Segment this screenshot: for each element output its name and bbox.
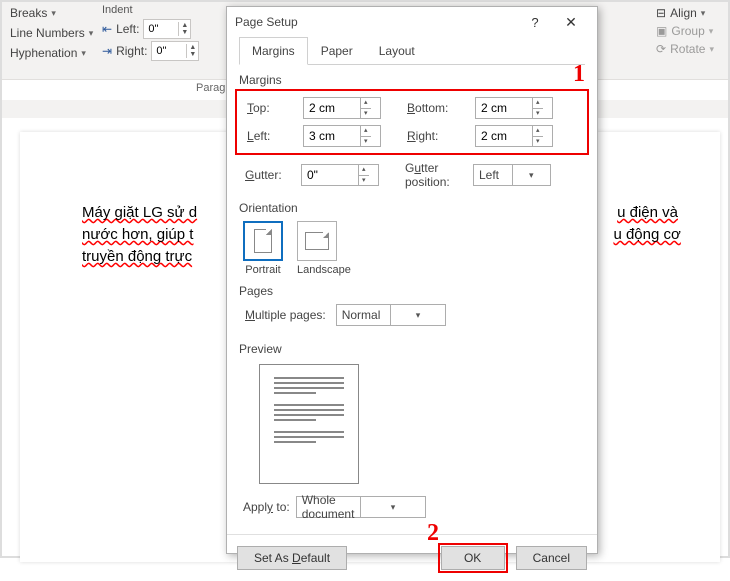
margins-highlight: Top: ▴▾ Bottom: ▴▾ Left: ▴▾ Right: ▴▾: [235, 89, 589, 155]
line-numbers-menu[interactable]: Line Numbers▾: [6, 24, 97, 42]
preview-label: Preview: [239, 342, 585, 356]
paragraph-group-label: Paragr: [196, 82, 229, 94]
landscape-icon: [297, 221, 337, 261]
left-input[interactable]: ▴▾: [303, 125, 381, 147]
right-input[interactable]: ▴▾: [475, 125, 553, 147]
gutter-label: Gutter:: [245, 168, 301, 182]
tab-layout[interactable]: Layout: [366, 37, 428, 65]
bottom-label: Bottom:: [385, 101, 475, 115]
dialog-tabs: Margins Paper Layout: [239, 37, 585, 65]
preview-thumbnail: [259, 364, 359, 484]
dialog-title: Page Setup: [235, 15, 298, 29]
chevron-down-icon: ▾: [81, 48, 86, 59]
group-icon: ▣: [656, 24, 667, 38]
annotation-1: 1: [573, 61, 585, 88]
arrow-right-icon: ⇥: [102, 44, 112, 58]
orientation-portrait[interactable]: Portrait: [243, 221, 283, 276]
orientation-label: Orientation: [239, 201, 585, 215]
indent-left-input[interactable]: ▲▼: [143, 19, 191, 39]
multiple-pages-label: Multiple pages:: [245, 308, 326, 322]
chevron-down-icon: ▾: [51, 8, 56, 19]
align-menu[interactable]: ⊟Align▾: [652, 4, 718, 22]
page-setup-dialog: Page Setup ? ✕ Margins Paper Layout Marg…: [226, 6, 598, 554]
indent-right-label: Right:: [116, 44, 147, 58]
margins-section-label: Margins: [239, 73, 585, 87]
portrait-icon: [243, 221, 283, 261]
align-icon: ⊟: [656, 6, 666, 20]
tab-margins[interactable]: Margins: [239, 37, 308, 65]
gutter-position-select[interactable]: Left▾: [473, 164, 551, 186]
indent-left-label: Left:: [116, 22, 139, 36]
group-menu[interactable]: ▣Group▾: [652, 22, 718, 40]
rotate-menu[interactable]: ⟳Rotate▾: [652, 40, 718, 58]
left-label: Left:: [247, 129, 303, 143]
help-button[interactable]: ?: [517, 8, 553, 36]
top-label: Top:: [247, 101, 303, 115]
annotation-2: 2: [427, 520, 439, 547]
indent-right-input[interactable]: ▲▼: [151, 41, 199, 61]
indent-label: Indent: [102, 4, 199, 16]
rotate-icon: ⟳: [656, 42, 666, 56]
multiple-pages-select[interactable]: Normal▾: [336, 304, 446, 326]
right-label: Right:: [385, 129, 475, 143]
orientation-landscape[interactable]: Landscape: [297, 221, 351, 276]
ok-button[interactable]: OK: [441, 546, 505, 570]
apply-to-select[interactable]: Whole document▾: [296, 496, 426, 518]
cancel-button[interactable]: Cancel: [516, 546, 587, 570]
breaks-menu[interactable]: Breaks▾: [6, 4, 97, 22]
pages-label: Pages: [239, 284, 585, 298]
tab-paper[interactable]: Paper: [308, 37, 366, 65]
gutter-position-label: Gutter position:: [383, 161, 473, 189]
arrow-left-icon: ⇤: [102, 22, 112, 36]
ok-highlight: OK: [438, 543, 508, 573]
gutter-input[interactable]: ▴▾: [301, 164, 379, 186]
chevron-down-icon: ▾: [89, 28, 94, 39]
bottom-input[interactable]: ▴▾: [475, 97, 553, 119]
hyphenation-menu[interactable]: Hyphenation▾: [6, 44, 97, 62]
apply-to-label: Apply to:: [243, 500, 290, 514]
set-as-default-button[interactable]: Set As Default: [237, 546, 347, 570]
top-input[interactable]: ▴▾: [303, 97, 381, 119]
close-button[interactable]: ✕: [553, 8, 589, 36]
